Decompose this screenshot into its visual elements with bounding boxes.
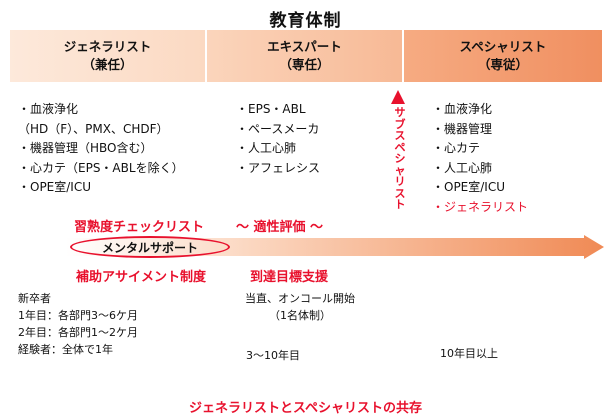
list-item: ・ペースメーカ [236, 121, 320, 136]
oncall-line: （1名体制） [269, 309, 331, 322]
track-specialist-role: （専従） [477, 57, 528, 72]
list-item: ・心カテ [432, 141, 481, 155]
newgrad-line: 経験者：全体で1年 [18, 343, 113, 356]
list-item-highlight: ・ジェネラリスト [432, 199, 529, 214]
list-item: ・人工心肺 [236, 141, 297, 155]
list-item: ・機器管理（HBO含む） [18, 141, 153, 155]
list-item: ・アフェレシス [236, 160, 321, 175]
track-expert-name: エキスパート [267, 39, 342, 54]
expert-item-list: ・EPS・ABL ・ペースメーカ ・人工心肺 ・アフェレシス [236, 100, 320, 178]
track-specialist: スペシャリスト （専従） [404, 30, 602, 82]
list-item: ・血液浄化 [18, 102, 79, 116]
checklist-label: 習熟度チェックリスト [74, 220, 205, 235]
specialist-item-list: ・血液浄化 ・機器管理 ・心カテ ・人工心肺 ・OPE室/ICU ・ジェネラリス… [432, 100, 528, 217]
aptitude-label: ～ 適性評価 ～ [236, 220, 324, 235]
newgrad-block: 新卒者 1年目：各部門3～6ケ月 2年目：各部門1～2ケ月 経験者：全体で1年 [18, 290, 138, 358]
mental-support-badge: メンタルサポート [70, 236, 230, 258]
generalist-item-list: ・血液浄化 （HD（F）、PMX、CHDF） ・機器管理（HBO含む） ・心カテ… [18, 100, 184, 198]
years-late-label: 10年目以上 [440, 347, 498, 360]
goal-support-label: 到達目標支援 [250, 270, 329, 285]
oncall-line: 当直、オンコール開始 [245, 292, 355, 305]
list-item: ・人工心肺 [432, 160, 493, 175]
newgrad-line: 2年目：各部門1～2ケ月 [18, 326, 138, 339]
arrow-up-icon [391, 90, 405, 104]
newgrad-heading: 新卒者 [18, 292, 51, 305]
years-mid-label: 3～10年目 [246, 349, 300, 362]
subspecialist-label: サブスペシャリスト [394, 106, 406, 211]
track-generalist-name: ジェネラリスト [63, 39, 152, 54]
newgrad-line: 1年目：各部門3～6ケ月 [18, 309, 138, 322]
list-item: ・OPE室/ICU [18, 180, 92, 194]
assessment-label: 補助アサイメント制度 [76, 270, 207, 285]
oncall-block: 当直、オンコール開始 （1名体制） [230, 290, 370, 324]
list-item: ・血液浄化 [432, 102, 493, 116]
list-item: ・OPE室/ICU [432, 180, 506, 194]
list-item: （HD（F）、PMX、CHDF） [18, 121, 169, 136]
list-item: ・EPS・ABL [236, 102, 306, 116]
page-title: 教育体制 [269, 11, 342, 31]
track-specialist-name: スペシャリスト [459, 39, 547, 54]
track-expert-role: （専任） [279, 57, 330, 72]
list-item: ・機器管理 [432, 121, 493, 136]
track-generalist: ジェネラリスト （兼任） [10, 30, 205, 82]
footer-caption: ジェネラリストとスペシャリストの共存 [188, 401, 423, 416]
list-item: ・心カテ（EPS・ABLを除く） [18, 160, 184, 175]
track-generalist-role: （兼任） [82, 57, 133, 72]
track-expert: エキスパート （専任） [207, 30, 402, 82]
